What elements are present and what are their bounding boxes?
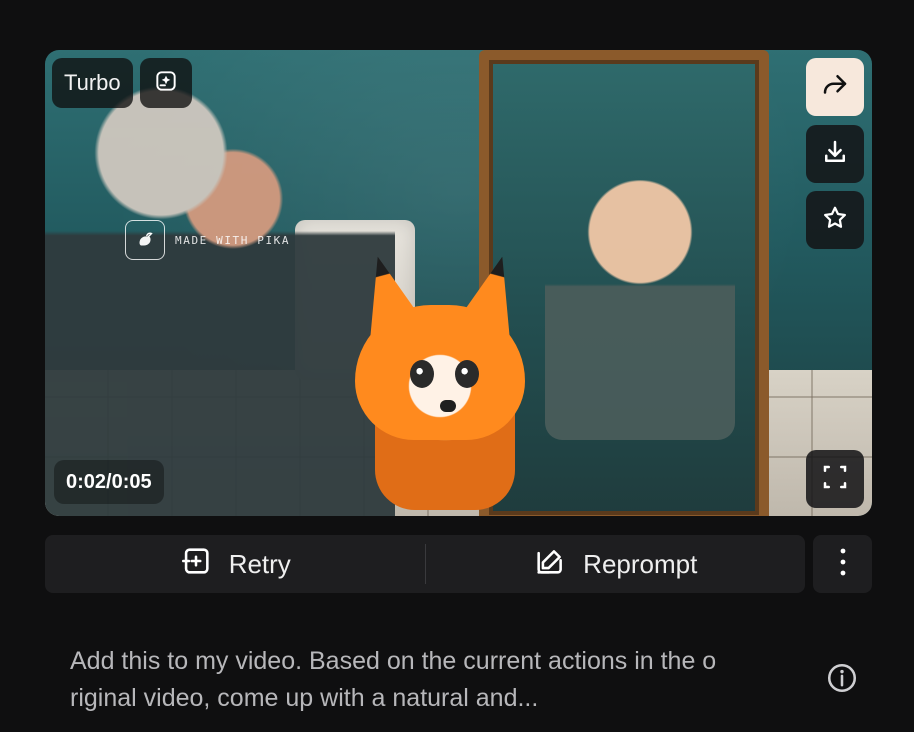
fox-nose xyxy=(440,400,456,412)
download-button[interactable] xyxy=(806,125,864,183)
turbo-badge-label: Turbo xyxy=(64,70,121,95)
reprompt-label: Reprompt xyxy=(583,548,698,579)
pika-logo-icon xyxy=(125,220,165,260)
video-timecode: 0:02/0:05 xyxy=(54,460,164,504)
download-icon xyxy=(820,137,850,172)
info-icon xyxy=(825,661,859,700)
vertical-dots-icon xyxy=(838,545,848,584)
video-frame-fox xyxy=(320,255,550,516)
watermark: MADE WITH PIKA xyxy=(125,220,290,260)
info-button[interactable] xyxy=(824,662,860,698)
share-button[interactable] xyxy=(806,58,864,116)
video-player[interactable]: MADE WITH PIKA xyxy=(45,50,872,516)
favorite-button[interactable] xyxy=(806,191,864,249)
retry-square-plus-icon xyxy=(179,544,213,585)
prompt-text: Add this to my video. Based on the curre… xyxy=(70,647,717,712)
retry-label: Retry xyxy=(228,548,291,579)
more-options-button[interactable] xyxy=(813,535,872,593)
reprompt-button[interactable]: Reprompt xyxy=(426,535,806,593)
fox-eye-right xyxy=(455,360,479,388)
image-magic-button[interactable] xyxy=(140,58,192,108)
video-timecode-text: 0:02/0:05 xyxy=(66,470,152,493)
video-frame-mirror-reflection xyxy=(545,180,735,440)
fox-eye-left xyxy=(410,360,434,388)
turbo-badge: Turbo xyxy=(52,58,133,108)
fullscreen-icon xyxy=(820,462,850,497)
watermark-text: MADE WITH PIKA xyxy=(175,233,291,247)
share-arrow-icon xyxy=(820,70,850,105)
action-bar: Retry Reprompt xyxy=(45,535,805,593)
star-icon xyxy=(820,203,850,238)
fox-head xyxy=(355,305,525,440)
fullscreen-button[interactable] xyxy=(806,450,864,508)
edit-pencil-icon xyxy=(533,544,567,585)
sparkle-image-icon xyxy=(153,68,179,99)
retry-button[interactable]: Retry xyxy=(45,535,425,593)
